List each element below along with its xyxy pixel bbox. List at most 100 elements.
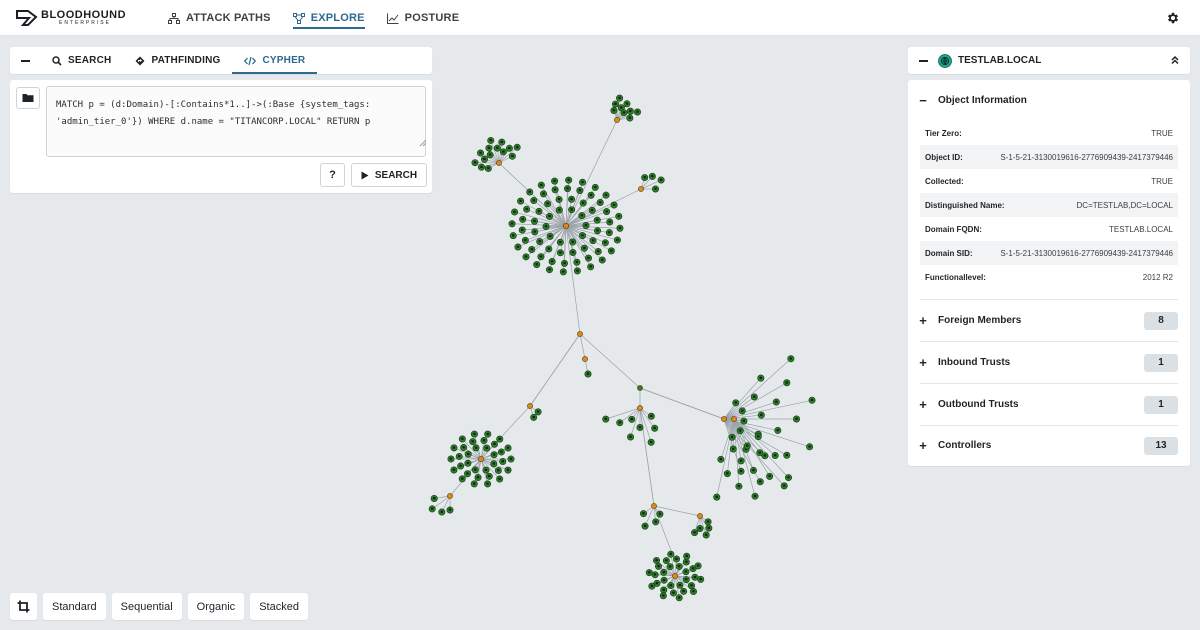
layout-standard-button[interactable]: Standard xyxy=(43,593,106,620)
graph-node-leaf[interactable] xyxy=(636,423,644,431)
graph-node-leaf[interactable] xyxy=(518,226,526,234)
section-foreign-members[interactable]: + Foreign Members 8 xyxy=(908,300,1190,341)
graph-node-leaf[interactable] xyxy=(530,197,538,205)
graph-node-leaf[interactable] xyxy=(569,249,577,257)
graph-node-leaf[interactable] xyxy=(565,176,573,184)
graph-node-leaf[interactable] xyxy=(603,208,611,216)
graph-node-leaf[interactable] xyxy=(446,506,454,514)
graph-node-leaf[interactable] xyxy=(757,374,765,382)
graph-node-leaf[interactable] xyxy=(447,455,455,463)
graph-node-leaf[interactable] xyxy=(696,524,704,532)
crop-button[interactable] xyxy=(10,593,37,620)
graph-node-leaf[interactable] xyxy=(669,589,677,597)
graph-node-leaf[interactable] xyxy=(602,415,610,423)
graph-node-ou[interactable] xyxy=(447,493,453,499)
graph-node-leaf[interactable] xyxy=(546,232,554,240)
graph-node-leaf[interactable] xyxy=(504,466,512,474)
graph-node-leaf[interactable] xyxy=(645,569,653,577)
graph-node-leaf[interactable] xyxy=(474,474,482,482)
graph-node-leaf[interactable] xyxy=(738,407,746,415)
graph-node-leaf[interactable] xyxy=(616,224,624,232)
graph-node-leaf[interactable] xyxy=(683,552,691,560)
graph-node-leaf[interactable] xyxy=(455,452,463,460)
graph-node-leaf[interactable] xyxy=(628,415,636,423)
graph-node-leaf[interactable] xyxy=(639,510,647,518)
graph-node-leaf[interactable] xyxy=(757,411,765,419)
graph-node-leaf[interactable] xyxy=(530,413,538,421)
graph-node-leaf[interactable] xyxy=(498,138,506,146)
graph-node-leaf[interactable] xyxy=(511,208,519,216)
graph-node-leaf[interactable] xyxy=(559,268,567,276)
graph-node-leaf[interactable] xyxy=(697,575,705,583)
graph-node-leaf[interactable] xyxy=(484,164,492,172)
graph-node-ou[interactable] xyxy=(637,385,643,391)
graph-node-leaf[interactable] xyxy=(666,563,674,571)
saved-queries-button[interactable] xyxy=(16,87,40,109)
graph-node-leaf[interactable] xyxy=(471,159,479,167)
graph-node-leaf[interactable] xyxy=(545,266,553,274)
help-button[interactable]: ? xyxy=(320,163,345,187)
graph-node-leaf[interactable] xyxy=(667,550,675,558)
graph-node-leaf[interactable] xyxy=(523,205,531,213)
graph-node-leaf[interactable] xyxy=(576,187,584,195)
graph-node-leaf[interactable] xyxy=(464,459,472,467)
graph-node-leaf[interactable] xyxy=(551,186,559,194)
graph-node-leaf[interactable] xyxy=(499,148,507,156)
graph-node-leaf[interactable] xyxy=(743,442,751,450)
graph-node-leaf[interactable] xyxy=(787,355,795,363)
graph-node-leaf[interactable] xyxy=(792,415,800,423)
graph-node-leaf[interactable] xyxy=(606,218,614,226)
graph-node-leaf[interactable] xyxy=(490,451,498,459)
graph-node-leaf[interactable] xyxy=(573,267,581,275)
graph-node-leaf[interactable] xyxy=(458,475,466,483)
section-controllers[interactable]: + Controllers 13 xyxy=(908,425,1190,466)
graph-node-leaf[interactable] xyxy=(756,449,764,457)
graph-node-leaf[interactable] xyxy=(667,582,675,590)
graph-node-leaf[interactable] xyxy=(756,478,764,486)
graph-node-leaf[interactable] xyxy=(587,263,595,271)
graph-node-leaf[interactable] xyxy=(689,588,697,596)
resize-handle-icon[interactable] xyxy=(419,139,427,147)
graph-node-leaf[interactable] xyxy=(591,183,599,191)
graph-node-leaf[interactable] xyxy=(450,444,458,452)
graph-node-leaf[interactable] xyxy=(771,451,779,459)
graph-node-leaf[interactable] xyxy=(596,199,604,207)
section-outbound-trusts[interactable]: + Outbound Trusts 1 xyxy=(908,384,1190,425)
graph-node-leaf[interactable] xyxy=(626,107,634,115)
graph-node-leaf[interactable] xyxy=(594,247,602,255)
graph-node-leaf[interactable] xyxy=(717,455,725,463)
graph-node-leaf[interactable] xyxy=(485,472,493,480)
graph-node-leaf[interactable] xyxy=(806,443,814,451)
graph-node-leaf[interactable] xyxy=(610,201,618,209)
section-object-information[interactable]: − Object Information xyxy=(908,80,1190,121)
tab-pathfinding[interactable]: PATHFINDING xyxy=(123,47,232,74)
graph-node-leaf[interactable] xyxy=(594,227,602,235)
graph-node-leaf[interactable] xyxy=(662,557,670,565)
graph-node-leaf[interactable] xyxy=(623,100,631,108)
tab-search[interactable]: SEARCH xyxy=(40,47,123,74)
graph-node-leaf[interactable] xyxy=(582,222,590,230)
graph-node-leaf[interactable] xyxy=(593,216,601,224)
graph-node-leaf[interactable] xyxy=(702,531,710,539)
graph-node-leaf[interactable] xyxy=(484,480,492,488)
graph-node-leaf[interactable] xyxy=(485,144,493,152)
graph-node-leaf[interactable] xyxy=(654,562,662,570)
graph-node-leaf[interactable] xyxy=(653,556,661,564)
graph-node-leaf[interactable] xyxy=(470,480,478,488)
graph-node-leaf[interactable] xyxy=(723,470,731,478)
nav-attack-paths[interactable]: ATTACK PATHS xyxy=(168,0,271,36)
graph-node-leaf[interactable] xyxy=(540,190,548,198)
graph-node-leaf[interactable] xyxy=(704,518,712,526)
layout-organic-button[interactable]: Organic xyxy=(187,593,245,620)
graph-node-leaf[interactable] xyxy=(784,474,792,482)
graph-node-leaf[interactable] xyxy=(607,247,615,255)
graph-node-leaf[interactable] xyxy=(509,232,517,240)
graph-node-leaf[interactable] xyxy=(626,114,634,122)
graph-node-leaf[interactable] xyxy=(521,236,529,244)
graph-node-leaf[interactable] xyxy=(729,445,737,453)
graph-node-leaf[interactable] xyxy=(675,562,683,570)
graph-node-leaf[interactable] xyxy=(774,426,782,434)
graph-node-leaf[interactable] xyxy=(651,571,659,579)
graph-node-leaf[interactable] xyxy=(528,245,536,253)
graph-node-leaf[interactable] xyxy=(766,472,774,480)
